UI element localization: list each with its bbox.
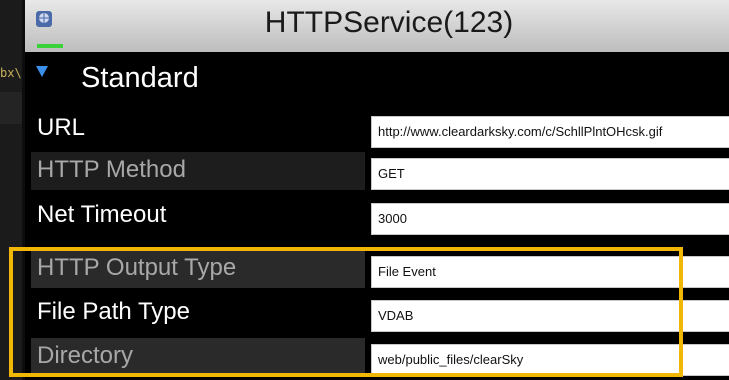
field-label: HTTP Method xyxy=(31,152,365,190)
file-path-type-input[interactable]: VDAB xyxy=(371,300,729,332)
field-label: HTTP Output Type xyxy=(31,250,365,288)
net-timeout-input[interactable]: 3000 xyxy=(371,203,729,235)
section-header-standard[interactable]: Standard xyxy=(25,52,729,102)
field-row-http-method: HTTP Method GET xyxy=(25,152,729,192)
window-title: HTTPService(123) xyxy=(264,6,514,39)
directory-input[interactable]: web/public_files/clearSky xyxy=(371,344,729,376)
url-input[interactable]: http://www.cleardarksky.com/c/SchllPlntO… xyxy=(371,116,729,148)
properties-panel: Standard URL http://www.cleardarksky.com… xyxy=(25,52,729,380)
background-text-stub: bx\ xyxy=(0,66,22,80)
field-label: Net Timeout xyxy=(31,197,365,235)
background-band xyxy=(0,92,24,124)
section-label: Standard xyxy=(81,62,199,94)
background-editor-strip: bx\ xyxy=(0,0,24,380)
field-row-file-path-type: File Path Type VDAB xyxy=(25,294,729,334)
field-row-net-timeout: Net Timeout 3000 xyxy=(25,197,729,237)
triangle-down-icon[interactable] xyxy=(35,64,49,78)
field-row-directory: Directory web/public_files/clearSky xyxy=(25,338,729,378)
field-label: Directory xyxy=(31,338,365,376)
field-row-http-output-type: HTTP Output Type File Event xyxy=(25,250,729,290)
http-output-type-input[interactable]: File Event xyxy=(371,256,729,288)
field-label: File Path Type xyxy=(31,294,365,332)
app-status-bar xyxy=(37,44,63,48)
http-method-input[interactable]: GET xyxy=(371,158,729,190)
field-label: URL xyxy=(31,110,365,148)
field-row-url: URL http://www.cleardarksky.com/c/SchllP… xyxy=(25,110,729,150)
window-titlebar[interactable]: HTTPService(123) xyxy=(25,0,729,53)
